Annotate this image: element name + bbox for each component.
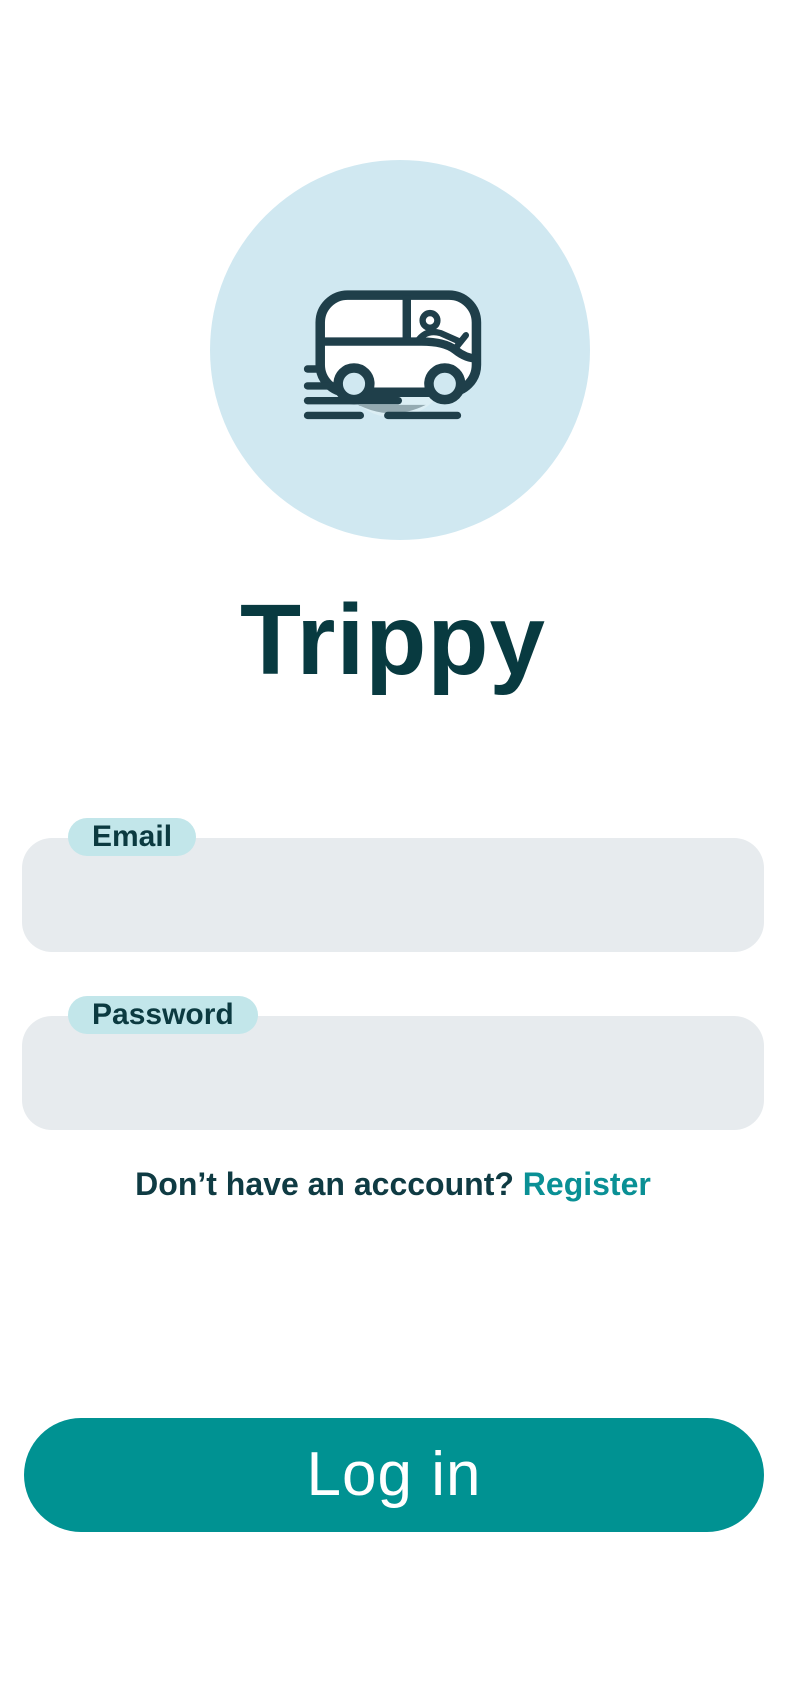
login-button[interactable]: Log in [24,1418,764,1532]
register-link[interactable]: Register [523,1166,651,1202]
password-label: Password [68,996,258,1034]
register-prompt-row: Don’t have an acccount? Register [0,1166,786,1203]
register-prompt-text: Don’t have an acccount? [135,1166,523,1202]
email-label: Email [68,818,197,856]
app-logo [210,160,590,540]
van-icon [303,290,482,420]
app-title: Trippy [239,584,547,696]
